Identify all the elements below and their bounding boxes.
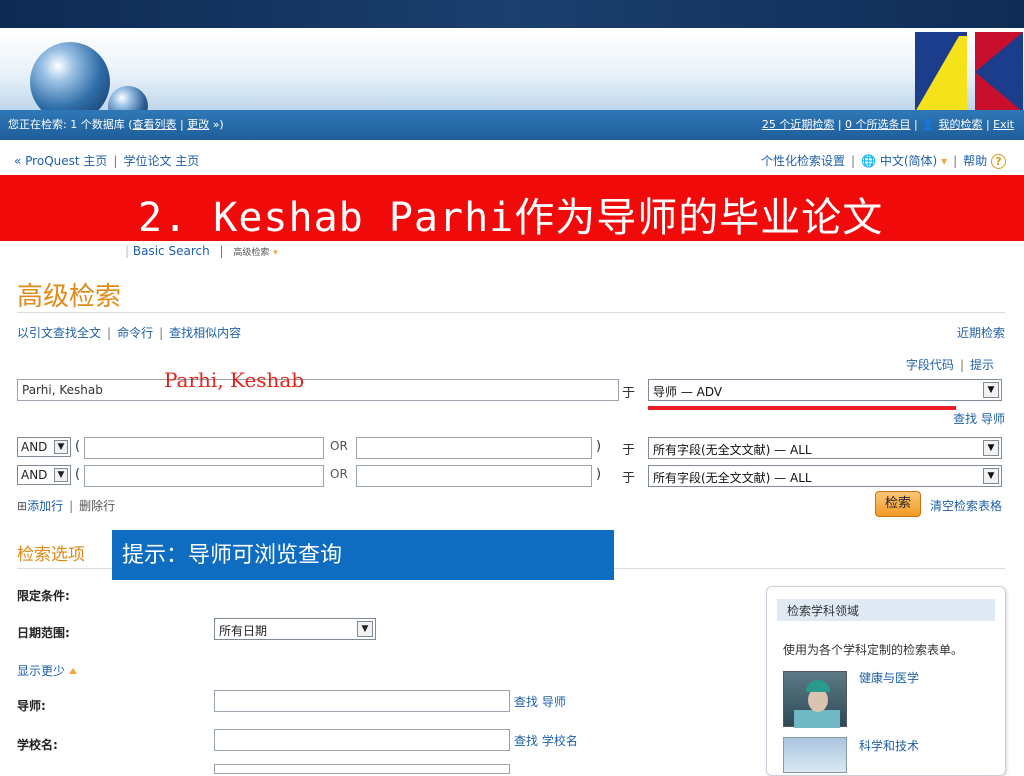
recent-searches-link[interactable]: 25 个近期检索	[762, 118, 835, 131]
chevron-down-icon: ▾	[941, 154, 948, 168]
open-paren: (	[75, 439, 81, 454]
change-link[interactable]: 更改	[187, 118, 209, 131]
search-links: 以引文查找全文 | 命令行 | 查找相似内容	[17, 326, 242, 340]
close-paren: )	[596, 439, 602, 454]
date-range-label: 日期范围:	[17, 626, 70, 640]
next-input[interactable]	[214, 764, 510, 774]
advisor-label: 导师:	[17, 699, 46, 713]
query-input-1[interactable]: Parhi, Keshab	[17, 379, 619, 401]
health-medicine-image[interactable]	[783, 671, 847, 728]
add-row-link[interactable]: 添加行	[27, 499, 63, 513]
tips-link[interactable]: 提示	[970, 358, 994, 372]
search-type-tabs: | Basic Search | 高级检索 ▾	[125, 244, 278, 258]
search-options-title: 检索选项	[17, 545, 85, 565]
annotation-underline	[648, 406, 956, 410]
dropdown-arrow-icon: ▼	[983, 440, 999, 456]
chevron-up-icon	[69, 668, 78, 674]
dropdown-arrow-icon: ▼	[357, 621, 373, 637]
brand-logo	[915, 32, 1023, 112]
help-icon[interactable]: ?	[991, 154, 1006, 169]
header-banner	[0, 30, 1024, 112]
overlay-title-banner: 2. Keshab Parhi作为导师的毕业论文	[0, 175, 1024, 241]
limits-label: 限定条件:	[17, 589, 70, 603]
field-select-1[interactable]: 导师 — ADV ▼	[648, 379, 1002, 401]
overlay-title: 2. Keshab Parhi作为导师的毕业论文	[138, 195, 884, 241]
or-label: OR	[330, 439, 348, 453]
view-list-link[interactable]: 查看列表	[133, 118, 177, 131]
proquest-home-link[interactable]: « ProQuest 主页	[14, 154, 107, 168]
globe-icon: 🌐	[861, 154, 877, 168]
in-label: 于	[622, 386, 636, 401]
database-status: 您正在检索: 1 个数据库 (查看列表 | 更改 »)	[8, 118, 224, 131]
page-title: 高级检索	[17, 282, 122, 312]
row-controls: ⊞添加行 | 删除行	[17, 499, 116, 513]
school-input[interactable]	[214, 729, 510, 751]
user-icon: 👤	[921, 118, 935, 131]
tab-advanced-search[interactable]: 高级检索	[233, 248, 269, 258]
top-bar	[0, 0, 1024, 28]
query-input-3a[interactable]	[84, 465, 324, 487]
field-codes-link[interactable]: 字段代码	[906, 358, 954, 372]
citation-finder-link[interactable]: 以引文查找全文	[17, 326, 101, 340]
annotation-advisor-name: Parhi, Keshab	[164, 368, 305, 392]
language-select[interactable]: 中文(简体)	[880, 154, 937, 168]
exit-link[interactable]: Exit	[993, 118, 1014, 131]
tip-overlay: 提示：导师可浏览查询	[112, 530, 614, 580]
close-paren: )	[596, 467, 602, 482]
query-input-2a[interactable]	[84, 437, 324, 459]
find-advisor-link[interactable]: 查找 导师	[953, 410, 1005, 427]
my-search-link[interactable]: 我的检索	[938, 118, 982, 131]
breadcrumb: « ProQuest 主页 | 学位论文 主页	[14, 154, 200, 168]
recent-searches[interactable]: 近期检索	[957, 324, 1005, 341]
chevron-down-icon: ▾	[273, 248, 278, 258]
date-range-select[interactable]: 所有日期 ▼	[214, 618, 376, 640]
health-medicine-link[interactable]: 健康与医学	[859, 669, 919, 686]
tab-basic-search[interactable]: Basic Search	[133, 244, 210, 258]
science-tech-link[interactable]: 科学和技术	[859, 737, 919, 754]
in-label: 于	[622, 471, 636, 486]
advisor-find-link[interactable]: 查找 导师	[514, 693, 566, 710]
boolean-select-2[interactable]: AND ▼	[17, 437, 71, 457]
dropdown-arrow-icon: ▼	[983, 382, 999, 398]
field-select-2[interactable]: 所有字段(无全文文献) — ALL ▼	[648, 437, 1002, 459]
dropdown-arrow-icon: ▼	[54, 440, 68, 454]
dissertations-home-link[interactable]: 学位论文 主页	[123, 154, 199, 168]
school-label: 学校名:	[17, 738, 58, 752]
panel-header: 检索学科领域	[777, 599, 995, 621]
find-similar-link[interactable]: 查找相似内容	[169, 326, 241, 340]
plus-box-icon: ⊞	[17, 499, 28, 513]
help-link[interactable]: 帮助	[963, 154, 987, 168]
query-input-2b[interactable]	[356, 437, 592, 459]
show-less-link[interactable]: 显示更少	[17, 662, 78, 679]
in-label: 于	[622, 443, 636, 458]
selected-items-link[interactable]: 0 个所选条目	[845, 118, 911, 131]
query-input-3b[interactable]	[356, 465, 592, 487]
divider	[17, 312, 1005, 313]
panel-description: 使用为各个学科定制的检索表单。	[783, 643, 964, 657]
subject-area-panel: 检索学科领域 使用为各个学科定制的检索表单。 健康与医学 科学和技术	[766, 586, 1006, 776]
field-select-3[interactable]: 所有字段(无全文文献) — ALL ▼	[648, 465, 1002, 487]
user-links: 25 个近期检索 | 0 个所选条目 | 👤 我的检索 | Exit	[761, 118, 1014, 131]
dropdown-arrow-icon: ▼	[54, 468, 68, 482]
command-line-link[interactable]: 命令行	[117, 326, 153, 340]
search-button[interactable]: 检索	[875, 491, 921, 517]
school-find-link[interactable]: 查找 学校名	[514, 732, 578, 749]
field-code-links: 字段代码 | 提示	[905, 358, 994, 372]
open-paren: (	[75, 467, 81, 482]
clear-form-link[interactable]: 清空检索表格	[930, 497, 1002, 514]
personal-settings-link[interactable]: 个性化检索设置	[761, 154, 845, 168]
boolean-select-3[interactable]: AND ▼	[17, 465, 71, 485]
remove-row-link[interactable]: 删除行	[79, 499, 115, 513]
utility-nav: 个性化检索设置 | 🌐 中文(简体) ▾ | 帮助 ?	[761, 152, 1006, 169]
dropdown-arrow-icon: ▼	[983, 468, 999, 484]
or-label: OR	[330, 467, 348, 481]
advisor-input[interactable]	[214, 690, 510, 712]
